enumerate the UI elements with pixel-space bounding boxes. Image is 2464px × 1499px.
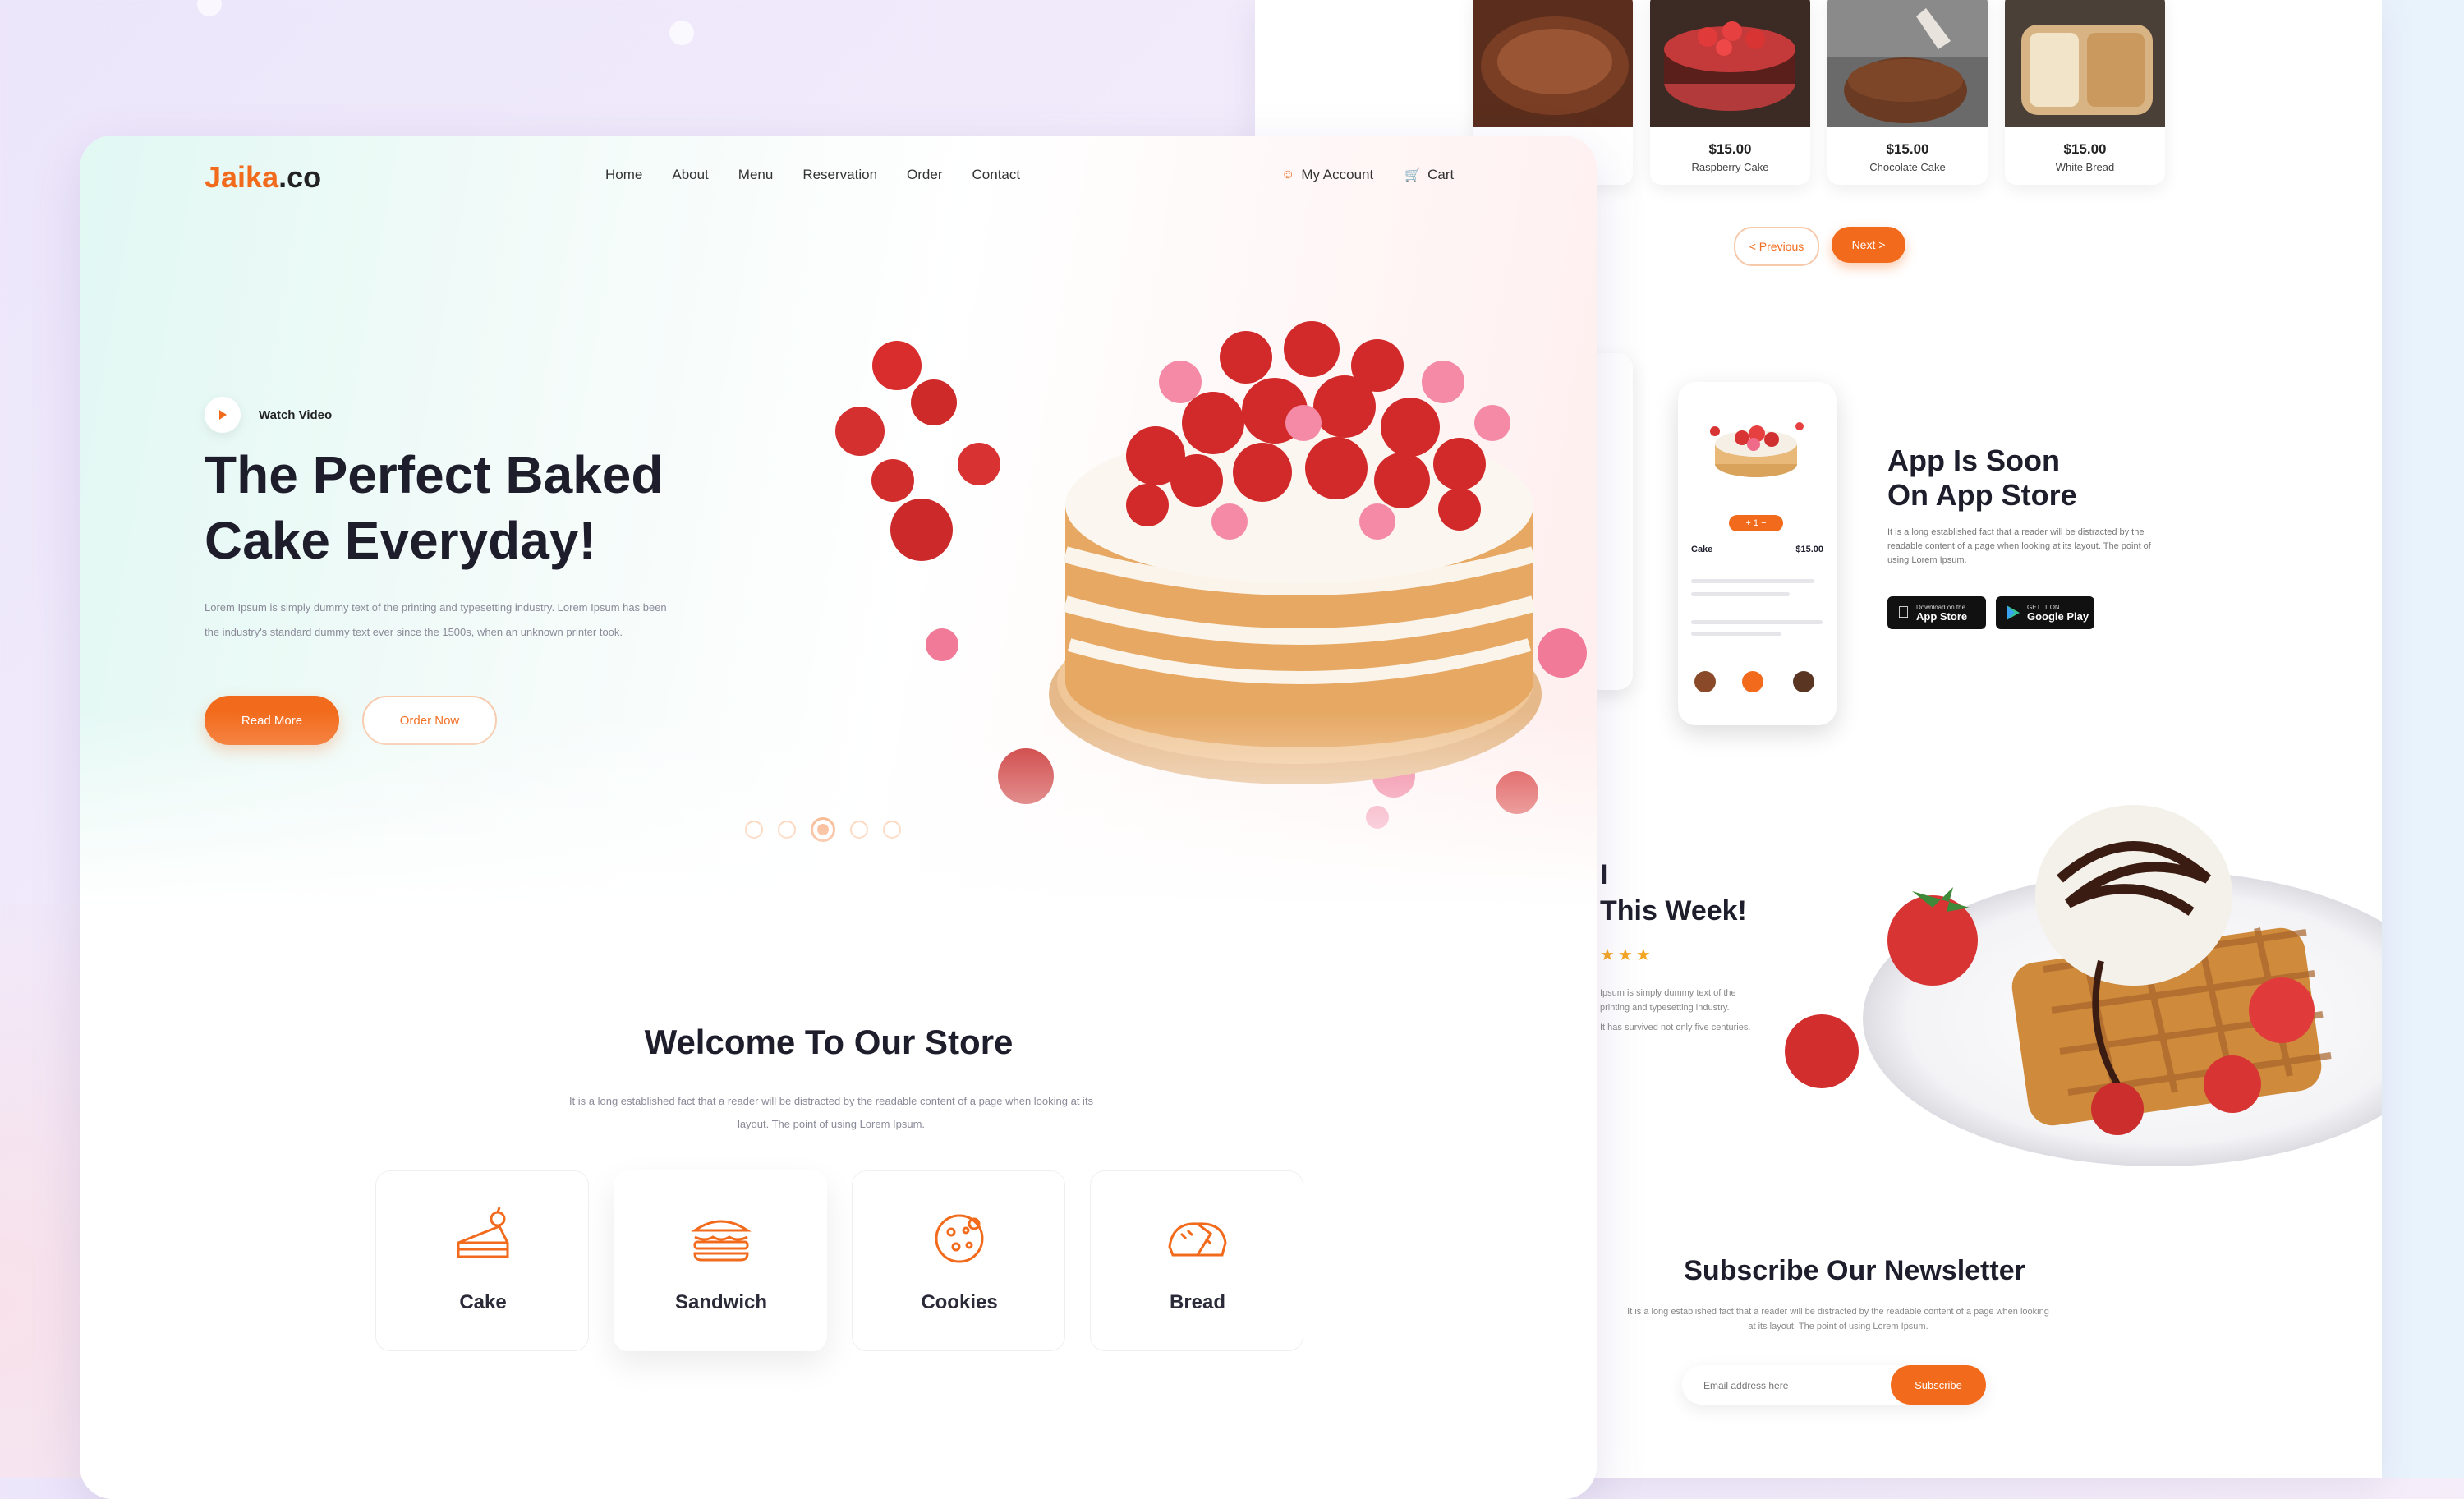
user-icon: ☺ [1281,168,1295,182]
app-store-label: App Store [1904,609,1967,623]
product-image [1650,0,1810,127]
product-price: $15.00 [2063,141,2107,157]
my-account-label: My Account [1301,167,1374,182]
cart-icon: 🛒 [1404,168,1422,182]
category-label: Cookies [921,1291,998,1313]
my-account-link[interactable]: ☺ My Account [1281,167,1373,183]
category-label: Cake [459,1291,507,1313]
category-label: Sandwich [674,1291,768,1313]
next-page-button[interactable]: Next > [1832,227,1905,263]
apple-icon:  [1897,604,1910,623]
watch-video-label: Watch Video [259,407,333,422]
nav-item-order[interactable]: Order [907,167,942,183]
phone-add-button: + 1 − [1729,515,1783,531]
newsletter-email-input[interactable] [1702,1365,1869,1406]
phone-text-line [1691,632,1781,636]
product-name: White Bread [2055,161,2115,173]
cake-slice-icon [457,1207,509,1258]
nav-item-about[interactable]: About [672,167,708,183]
phone-thumb [1694,671,1716,692]
decorative-dot [669,21,694,45]
product-card[interactable]: $15.00 Raspberry Cake [1650,0,1810,185]
sandwich-icon [691,1220,752,1262]
cart-link[interactable]: 🛒 Cart [1404,167,1454,183]
app-section-description: It is a long established fact that a rea… [1887,527,2151,565]
phone-thumb [1793,671,1814,692]
app-section-title: App Is Soon On App Store [1887,444,2077,513]
subscribe-button[interactable]: Subscribe [1891,1365,1986,1405]
brand-suffix: .co [278,160,322,194]
welcome-description: It is a long established fact that a rea… [568,1095,1094,1130]
category-card-cake[interactable]: Cake [375,1170,589,1351]
welcome-title: Welcome To Our Store [644,1023,1014,1061]
hero-description: Lorem Ipsum is simply dummy text of the … [205,601,667,638]
play-button[interactable] [205,397,241,433]
hero-fade [80,710,1597,908]
play-store-label: Google Play [2027,609,2089,623]
phone-mockup: + 1 − Cake $15.00 [1678,382,1837,725]
product-card[interactable]: $15.00 Chocolate Cake [1827,0,1988,185]
app-store-button[interactable]:  Download on the App Store [1887,596,1986,629]
rating-stars: ★★★ [1600,946,1654,964]
brand-logo[interactable]: Jaika.co [205,160,321,195]
category-card-sandwich[interactable]: Sandwich [614,1170,827,1351]
week-section-title: I This Week! [1600,859,1747,927]
phone-thumb [1742,671,1763,692]
phone-text-line [1691,620,1823,624]
hero-title: The Perfect Baked Cake Everyday! [205,442,796,573]
app-title-line: On App Store [1887,478,2077,512]
phone-product-title: Cake [1691,545,1713,554]
product-price: $15.00 [1708,141,1752,157]
product-image [1473,0,1633,127]
week-text-paragraph: It has survived not only five centuries. [1600,1023,1751,1032]
brand-name: Jaika [205,160,279,194]
nav-item-home[interactable]: Home [605,167,642,183]
play-store-caption: GET IT ON [2027,603,2060,611]
phone-text-line [1691,592,1790,596]
phone-cake-image [1710,422,1804,477]
waffle-image [1785,805,2382,1166]
app-title-line: App Is Soon [1887,444,2060,477]
cookie-icon [935,1214,984,1263]
main-page-preview: Jaika.co Home About Menu Reservation Ord… [80,136,1597,1499]
category-card-cookies[interactable]: Cookies [852,1170,1065,1351]
phone-text-line [1691,579,1814,583]
bread-icon [1168,1222,1227,1257]
play-icon [219,410,227,420]
google-play-button[interactable]: GET IT ON Google Play [1996,596,2094,629]
phone-product-price: $15.00 [1795,545,1823,554]
product-price: $15.00 [1886,141,1929,157]
week-title-line: I [1600,859,1608,890]
product-image [1827,0,1988,127]
nav-item-menu[interactable]: Menu [738,167,774,183]
product-card[interactable]: $15.00 White Bread [2005,0,2165,185]
week-title-line: This Week! [1600,895,1747,927]
app-store-caption: Download on the [1904,603,1965,611]
previous-page-button[interactable]: < Previous [1734,227,1819,266]
newsletter-description: It is a long established fact that a rea… [1627,1307,2049,1331]
hero-title-line: Cake Everyday! [205,511,596,570]
product-image [2005,0,2165,127]
main-nav: Home About Menu Reservation Order Contac… [605,167,1020,183]
account-nav: ☺ My Account 🛒 Cart [1281,167,1454,183]
week-text-paragraph: Ipsum is simply dummy text of the printi… [1600,988,1736,1013]
week-description: Ipsum is simply dummy text of the printi… [1600,986,1764,1035]
play-store-icon [2007,605,2020,620]
hero-title-line: The Perfect Baked [205,445,664,504]
nav-item-contact[interactable]: Contact [972,167,1021,183]
product-name: Raspberry Cake [1691,161,1769,173]
cart-label: Cart [1427,167,1455,182]
newsletter-form: Subscribe [1682,1365,1986,1406]
category-card-bread[interactable]: Bread [1090,1170,1303,1351]
category-label: Bread [1169,1291,1226,1313]
nav-item-reservation[interactable]: Reservation [802,167,877,183]
product-name: Chocolate Cake [1869,161,1946,173]
watch-video-link[interactable]: Watch Video [205,397,332,433]
decorative-dot [197,0,222,16]
